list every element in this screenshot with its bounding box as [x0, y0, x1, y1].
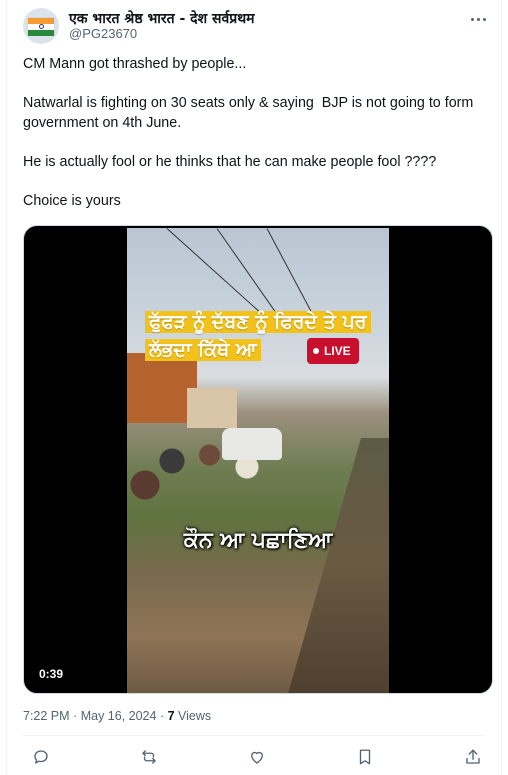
- share-icon: [466, 749, 480, 764]
- avatar[interactable]: [23, 8, 59, 44]
- india-flag-icon: [27, 17, 55, 36]
- live-badge: LIVE: [307, 338, 359, 364]
- reply-button[interactable]: [23, 742, 59, 772]
- share-button[interactable]: [455, 742, 491, 772]
- more-options-button[interactable]: [465, 8, 491, 30]
- video-duration: 0:39: [34, 665, 69, 683]
- author-handle[interactable]: @PG23670: [69, 26, 137, 41]
- divider: [23, 735, 485, 736]
- tweet-text: CM Mann got thrashed by people... Natwar…: [23, 55, 493, 211]
- retweet-icon: [142, 750, 156, 764]
- views-label: Views: [178, 709, 212, 723]
- tweet-paragraph: Natwarlal is fighting on 30 seats only &…: [23, 95, 478, 131]
- tweet-paragraph: CM Mann got thrashed by people...: [23, 56, 247, 72]
- bookmark-icon: [359, 749, 371, 765]
- tweet-time-link[interactable]: 7:22 PM · May 16, 2024: [23, 709, 156, 723]
- tweet-card: एक भारत श्रेष्ठ भारत - देश सर्वप्रथम @PG…: [6, 0, 502, 775]
- video-player[interactable]: ਫੁੱਫੜ ਨੂੰ ਦੱਬਣ ਨੂੰ ਫਿਰਦੇ ਤੇ ਪਰ ਲੱਭਦਾ ਕਿੱ…: [23, 225, 493, 694]
- tweet-paragraph: Choice is yours: [23, 192, 121, 209]
- like-button[interactable]: [239, 742, 275, 772]
- live-label: LIVE: [324, 344, 351, 358]
- live-dot-icon: [313, 348, 319, 354]
- tweet-paragraph: He is actually fool or he thinks that he…: [23, 153, 437, 170]
- reply-icon: [34, 750, 48, 764]
- tweet-meta: 7:22 PM · May 16, 2024 · 7 Views: [23, 709, 212, 723]
- more-dots-icon: [470, 17, 474, 21]
- like-icon: [251, 751, 263, 764]
- canal-shape: [288, 438, 389, 693]
- bookmark-button[interactable]: [347, 742, 383, 772]
- retweet-button[interactable]: [131, 742, 167, 772]
- car-shape: [222, 428, 282, 460]
- video-caption-bottom: ਕੌਨ ਆ ਪਛਾਣਿਆ: [183, 528, 333, 553]
- video-frame[interactable]: ਫੁੱਫੜ ਨੂੰ ਦੱਬਣ ਨੂੰ ਫਿਰਦੇ ਤੇ ਪਰ ਲੱਭਦਾ ਕਿੱ…: [127, 228, 389, 693]
- views-count: 7: [167, 709, 175, 723]
- tweet-actions: [23, 742, 491, 772]
